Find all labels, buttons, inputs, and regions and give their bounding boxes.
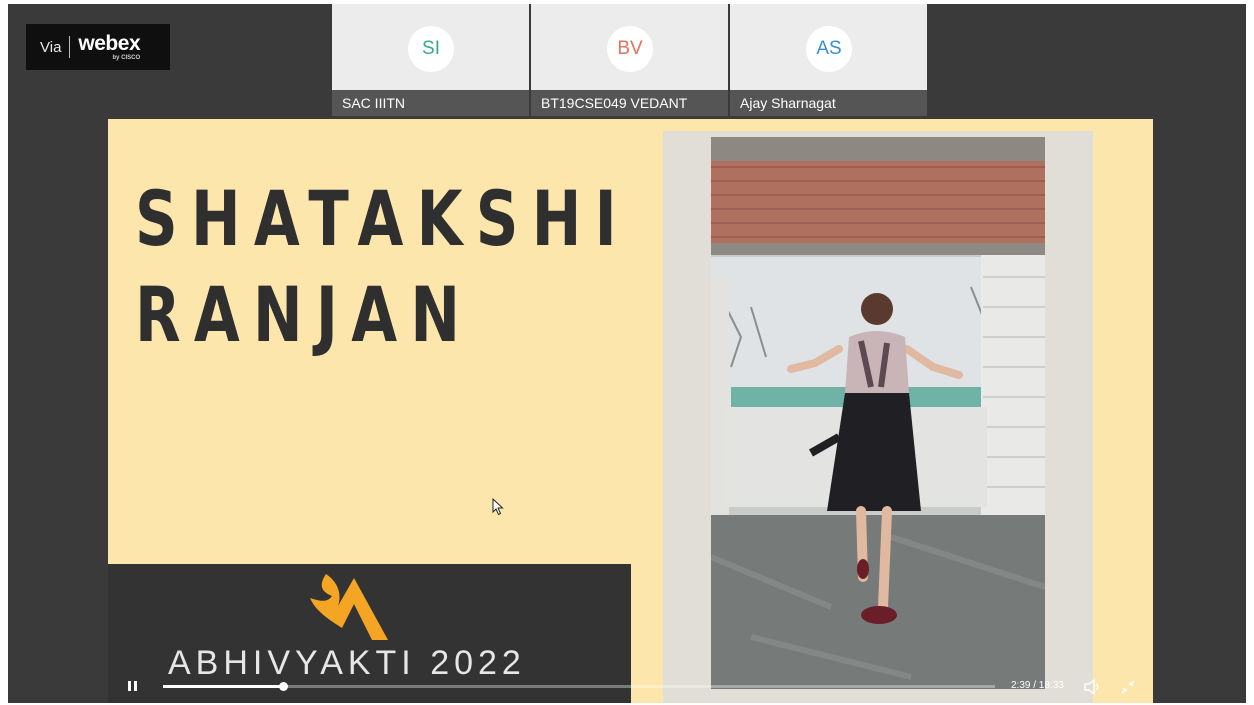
- video-controls: 2:39 / 18:33: [108, 674, 1153, 702]
- participant-name: BT19CSE049 VEDANT: [531, 90, 728, 116]
- webex-logo: webex by CISCO: [78, 33, 140, 61]
- cisco-wordmark: by CISCO: [112, 55, 141, 61]
- via-label: Via: [40, 38, 62, 56]
- participant-name: Ajay Sharnagat: [730, 90, 927, 116]
- mouse-pointer-icon: [492, 498, 504, 516]
- meeting-stage: Via webex by CISCO SI SAC IIITN BV BT19C…: [8, 4, 1246, 703]
- avatar: BV: [607, 26, 653, 72]
- participant-name: SAC IIITN: [332, 90, 529, 116]
- shared-slide: SHATAKSHI RANJAN ABHIVYAKTI 2022: [108, 119, 1153, 703]
- dance-video-frame: [711, 137, 1045, 689]
- performer-first-name: SHATAKSHI: [135, 174, 630, 263]
- pause-icon: [128, 681, 131, 691]
- participant-tile[interactable]: BV BT19CSE049 VEDANT: [531, 4, 728, 116]
- volume-icon[interactable]: [1082, 677, 1102, 697]
- performance-photo-frame: [663, 131, 1093, 703]
- seek-progress: [163, 685, 283, 688]
- participant-tile[interactable]: SI SAC IIITN: [332, 4, 529, 116]
- seek-bar[interactable]: [163, 682, 995, 691]
- seek-handle[interactable]: [279, 682, 288, 691]
- participant-tile[interactable]: AS Ajay Sharnagat: [730, 4, 927, 116]
- exit-fullscreen-icon[interactable]: [1119, 678, 1137, 696]
- pause-button[interactable]: [126, 680, 140, 694]
- abhivyakti-logo-icon: [310, 574, 388, 640]
- webex-badge: Via webex by CISCO: [26, 24, 170, 70]
- pause-icon: [134, 681, 137, 691]
- avatar: SI: [408, 26, 454, 72]
- avatar: AS: [806, 26, 852, 72]
- webex-wordmark: webex: [78, 32, 141, 55]
- performer-last-name: RANJAN: [135, 270, 474, 359]
- time-display: 2:39 / 18:33: [1011, 680, 1064, 691]
- badge-divider: [69, 36, 71, 58]
